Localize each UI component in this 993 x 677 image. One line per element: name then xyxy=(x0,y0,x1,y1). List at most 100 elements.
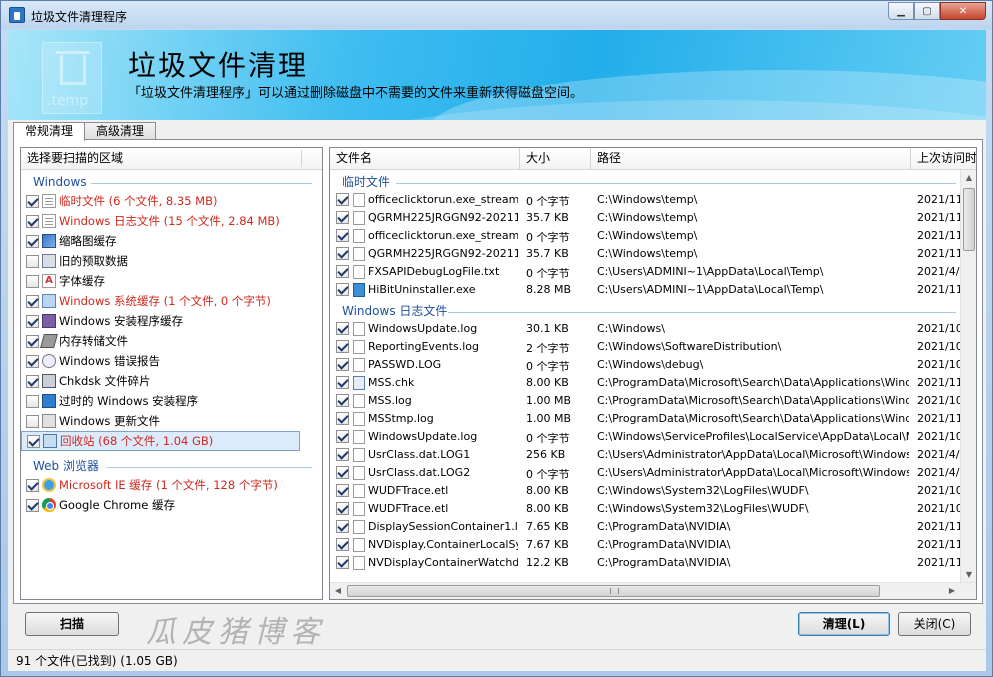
file-checkbox[interactable] xyxy=(336,265,349,278)
clean-button[interactable]: 清理(L) xyxy=(798,612,890,636)
file-checkbox[interactable] xyxy=(336,358,349,371)
scan-area-item[interactable]: 临时文件 (6 个文件, 8.35 MB) xyxy=(21,191,322,211)
file-list[interactable]: 文件名 大小 路径 上次访问时 临时文件 officeclicktorun.exe… xyxy=(329,147,977,600)
file-row[interactable]: officeclicktorun.exe_streams... 0 个字节 C:\W… xyxy=(330,227,962,245)
file-checkbox[interactable] xyxy=(336,283,349,296)
checkbox[interactable] xyxy=(26,334,39,348)
file-row[interactable]: UsrClass.dat.LOG2 0 个字节 C:\Users\Administr… xyxy=(330,464,962,482)
scroll-right-icon[interactable]: ▶ xyxy=(944,583,960,599)
file-checkbox[interactable] xyxy=(336,340,349,353)
scan-area-item[interactable]: Windows 安装程序缓存 xyxy=(21,311,322,331)
scan-area-item[interactable]: 内存转储文件 xyxy=(21,331,322,351)
vertical-scrollbar[interactable]: ▲ ▼ xyxy=(960,170,976,583)
file-row[interactable]: NVDisplay.ContainerLocalSy... 7.67 KB C:\P… xyxy=(330,536,962,554)
file-row[interactable]: MSS.chk 8.00 KB C:\ProgramData\Microsoft\S… xyxy=(330,374,962,392)
scan-area-list[interactable]: 选择要扫描的区域 Windows 临时文件 (6 个文件, 8.35 MB) Win… xyxy=(20,147,323,600)
file-checkbox[interactable] xyxy=(336,466,349,479)
checkbox[interactable] xyxy=(27,434,40,448)
file-row[interactable]: QGRMH225JRGGN92-20211... 35.7 KB C:\Window… xyxy=(330,209,962,227)
checkbox[interactable] xyxy=(26,478,39,492)
file-checkbox[interactable] xyxy=(336,412,349,425)
tab-bar: 常规清理 高级清理 xyxy=(13,122,157,141)
scan-area-item[interactable]: Windows 更新文件 xyxy=(21,411,322,431)
scan-area-item[interactable]: Microsoft IE 缓存 (1 个文件, 128 个字节) xyxy=(21,475,322,495)
horizontal-scroll-thumb[interactable] xyxy=(347,585,880,597)
file-icon xyxy=(353,556,365,570)
checkbox[interactable] xyxy=(26,214,39,228)
file-row[interactable]: WindowsUpdate.log 30.1 KB C:\Windows\ 2021/… xyxy=(330,320,962,338)
file-checkbox[interactable] xyxy=(336,394,349,407)
scan-area-item[interactable]: 旧的预取数据 xyxy=(21,251,322,271)
file-row[interactable]: PASSWD.LOG 0 个字节 C:\Windows\debug\ 2021/10/… xyxy=(330,356,962,374)
file-checkbox[interactable] xyxy=(336,430,349,443)
file-checkbox[interactable] xyxy=(336,448,349,461)
file-checkbox[interactable] xyxy=(336,502,349,515)
file-path: C:\Users\ADMINI~1\AppData\Local\Temp\ xyxy=(597,283,824,296)
horizontal-scrollbar[interactable]: ◀ ▶ xyxy=(330,582,976,599)
minimize-button[interactable]: ▁ xyxy=(888,2,914,20)
file-row[interactable]: WindowsUpdate.log 0 个字节 C:\Windows\Service… xyxy=(330,428,962,446)
scan-area-item[interactable]: Google Chrome 缓存 xyxy=(21,495,322,515)
file-row[interactable]: ReportingEvents.log 2 个字节 C:\Windows\Softw… xyxy=(330,338,962,356)
tab-general-clean[interactable]: 常规清理 xyxy=(13,122,86,141)
file-checkbox[interactable] xyxy=(336,556,349,569)
file-checkbox[interactable] xyxy=(336,229,349,242)
file-row[interactable]: MSS.log 1.00 MB C:\ProgramData\Microsoft\S… xyxy=(330,392,962,410)
file-row[interactable]: QGRMH225JRGGN92-20211... 35.7 KB C:\Window… xyxy=(330,245,962,263)
file-checkbox[interactable] xyxy=(336,538,349,551)
file-checkbox[interactable] xyxy=(336,376,349,389)
scroll-left-icon[interactable]: ◀ xyxy=(330,583,346,599)
checkbox[interactable] xyxy=(26,274,39,288)
vertical-scroll-thumb[interactable] xyxy=(963,188,975,251)
file-checkbox[interactable] xyxy=(336,322,349,335)
file-last-accessed: 2021/10/30 xyxy=(917,322,962,335)
file-row[interactable]: officeclicktorun.exe_streams... 0 个字节 C:\W… xyxy=(330,191,962,209)
file-row[interactable]: WUDFTrace.etl 8.00 KB C:\Windows\System32\… xyxy=(330,482,962,500)
scan-area-item[interactable]: Windows 日志文件 (15 个文件, 2.84 MB) xyxy=(21,211,322,231)
file-checkbox[interactable] xyxy=(336,193,349,206)
scan-area-item[interactable]: Windows 错误报告 xyxy=(21,351,322,371)
file-row[interactable]: MSStmp.log 1.00 MB C:\ProgramData\Microsof… xyxy=(330,410,962,428)
checkbox[interactable] xyxy=(26,234,39,248)
scroll-up-icon[interactable]: ▲ xyxy=(961,170,976,186)
tab-advanced-clean[interactable]: 高级清理 xyxy=(84,122,157,140)
file-checkbox[interactable] xyxy=(336,247,349,260)
file-size: 35.7 KB xyxy=(526,211,569,224)
scan-area-item[interactable]: 缩略图缓存 xyxy=(21,231,322,251)
scan-area-item[interactable]: A 字体缓存 xyxy=(21,271,322,291)
file-row[interactable]: WUDFTrace.etl 8.00 KB C:\Windows\System32\… xyxy=(330,500,962,518)
scan-area-item[interactable]: 回收站 (68 个文件, 1.04 GB) xyxy=(21,431,300,451)
file-checkbox[interactable] xyxy=(336,211,349,224)
scan-button[interactable]: 扫描 xyxy=(25,612,119,636)
scroll-down-icon[interactable]: ▼ xyxy=(961,567,976,583)
file-name: NVDisplayContainerWatchd... xyxy=(368,556,518,569)
checkbox[interactable] xyxy=(26,194,39,208)
column-header-path[interactable]: 路径 xyxy=(591,148,911,169)
checkbox[interactable] xyxy=(26,354,39,368)
checkbox[interactable] xyxy=(26,254,39,268)
file-row[interactable]: UsrClass.dat.LOG1 256 KB C:\Users\Administ… xyxy=(330,446,962,464)
file-row[interactable]: DisplaySessionContainer1.log 7.65 KB C:\Pr… xyxy=(330,518,962,536)
file-row[interactable]: HiBitUninstaller.exe 8.28 MB C:\Users\ADMI… xyxy=(330,281,962,299)
file-row[interactable]: FXSAPIDebugLogFile.txt 0 个字节 C:\Users\ADMI… xyxy=(330,263,962,281)
file-size: 0 个字节 xyxy=(526,267,570,280)
title-bar[interactable]: 垃圾文件清理程序 ▁ ▢ ✕ xyxy=(1,1,992,29)
checkbox[interactable] xyxy=(26,294,39,308)
close-button[interactable]: 关闭(C) xyxy=(898,612,971,636)
checkbox[interactable] xyxy=(26,394,39,408)
column-header-last-accessed[interactable]: 上次访问时 xyxy=(911,148,976,169)
checkbox[interactable] xyxy=(26,314,39,328)
checkbox[interactable] xyxy=(26,414,39,428)
scan-area-item[interactable]: 过时的 Windows 安装程序 xyxy=(21,391,322,411)
column-header-filename[interactable]: 文件名 xyxy=(330,148,520,169)
file-checkbox[interactable] xyxy=(336,484,349,497)
file-checkbox[interactable] xyxy=(336,520,349,533)
checkbox[interactable] xyxy=(26,498,39,512)
column-header-size[interactable]: 大小 xyxy=(520,148,591,169)
checkbox[interactable] xyxy=(26,374,39,388)
scan-area-item[interactable]: Windows 系统缓存 (1 个文件, 0 个字节) xyxy=(21,291,322,311)
scan-area-item[interactable]: Chkdsk 文件碎片 xyxy=(21,371,322,391)
maximize-button[interactable]: ▢ xyxy=(914,2,940,20)
close-window-button[interactable]: ✕ xyxy=(940,2,986,20)
file-row[interactable]: NVDisplayContainerWatchd... 12.2 KB C:\Pro… xyxy=(330,554,962,572)
